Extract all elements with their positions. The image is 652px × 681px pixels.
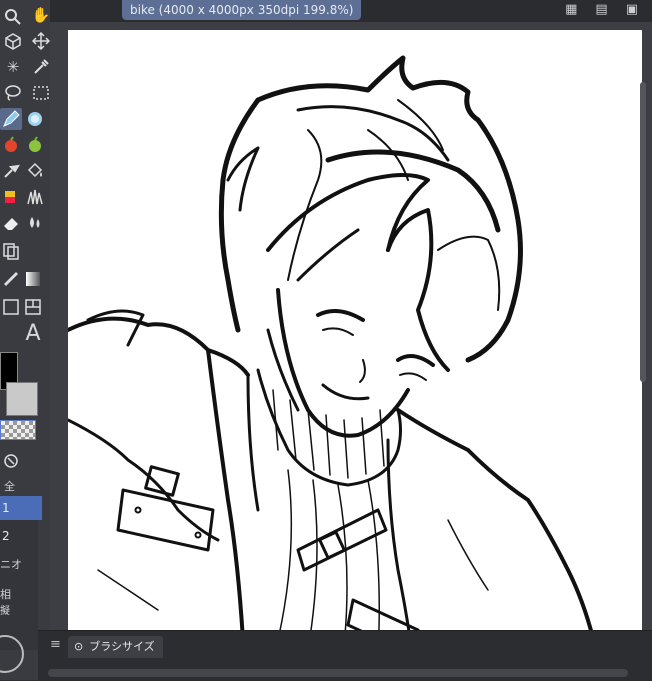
brush-size-tab[interactable]: ⊙ ブラシサイズ bbox=[68, 636, 163, 658]
water-drop-icon[interactable] bbox=[24, 212, 46, 234]
apple-green-icon[interactable] bbox=[24, 134, 46, 156]
grass-decoration-icon[interactable] bbox=[24, 186, 46, 208]
brush-size-tab-icon: ⊙ bbox=[74, 640, 84, 653]
pattern-icon[interactable] bbox=[0, 296, 22, 318]
brush-size-panel: ≡ ⊙ ブラシサイズ bbox=[38, 630, 652, 681]
layer-row-2[interactable]: 2 bbox=[0, 524, 42, 548]
gradient-icon[interactable] bbox=[22, 268, 44, 290]
layer-copy-icon[interactable] bbox=[0, 240, 22, 262]
layer-panel-label-d: 擬 bbox=[0, 606, 10, 617]
panel-menu-icon[interactable]: ≡ bbox=[50, 637, 61, 652]
layer-panel-label-a: 全 bbox=[4, 480, 15, 493]
document-tab[interactable]: bike (4000 x 4000px 350dpi 199.8%) bbox=[122, 0, 362, 20]
layer-panel-label-c: 相 bbox=[0, 588, 11, 601]
blur-icon[interactable] bbox=[24, 108, 46, 130]
left-toolbar: ✋ ✳ A 全 1 2 ニオ 相 擬 bbox=[0, 0, 51, 680]
ruler-icon[interactable] bbox=[0, 268, 22, 290]
marquee-icon[interactable] bbox=[30, 82, 52, 104]
layer-panel-label-b: ニオ bbox=[0, 558, 22, 571]
hand-icon[interactable]: ✋ bbox=[30, 4, 52, 26]
tab-bar-icons: ▦ ▤ ▣ bbox=[565, 0, 638, 20]
layer-list bbox=[0, 500, 38, 650]
eraser-icon[interactable] bbox=[0, 212, 22, 234]
drawing-canvas[interactable] bbox=[68, 30, 642, 660]
magnifier-icon[interactable] bbox=[2, 6, 24, 28]
sparkle-icon[interactable]: ✳ bbox=[2, 56, 24, 78]
vertical-scrollbar[interactable] bbox=[640, 82, 646, 382]
grid-icon[interactable]: ▦ bbox=[565, 0, 577, 20]
eyedropper-icon[interactable] bbox=[30, 56, 52, 78]
airbrush-icon[interactable] bbox=[0, 186, 22, 208]
layer-settings-icon[interactable] bbox=[0, 450, 22, 472]
navigator-icon[interactable]: ▣ bbox=[626, 0, 638, 20]
apple-red-icon[interactable] bbox=[0, 134, 22, 156]
brush-icon[interactable] bbox=[0, 160, 22, 182]
object-cube-icon[interactable] bbox=[2, 30, 24, 52]
pen-icon[interactable] bbox=[0, 108, 22, 130]
ruler-toggle-icon[interactable]: ▤ bbox=[595, 0, 607, 20]
transparent-color-swatch[interactable] bbox=[0, 420, 36, 440]
frame-icon[interactable] bbox=[22, 296, 44, 318]
line-art-drawing bbox=[68, 55, 600, 660]
sub-color-swatch[interactable] bbox=[6, 382, 38, 416]
brush-size-tab-label: ブラシサイズ bbox=[89, 640, 155, 653]
canvas-area[interactable]: ⌄ bbox=[50, 22, 652, 660]
document-tab-bar: bike (4000 x 4000px 350dpi 199.8%) ▦ ▤ ▣ bbox=[50, 0, 652, 22]
text-icon[interactable]: A bbox=[22, 321, 44, 346]
fill-bucket-icon[interactable] bbox=[24, 160, 46, 182]
lasso-icon[interactable] bbox=[2, 82, 24, 104]
move-icon[interactable] bbox=[30, 30, 52, 52]
brush-size-slider[interactable] bbox=[48, 669, 628, 677]
layer-row-1[interactable]: 1 bbox=[0, 496, 42, 520]
